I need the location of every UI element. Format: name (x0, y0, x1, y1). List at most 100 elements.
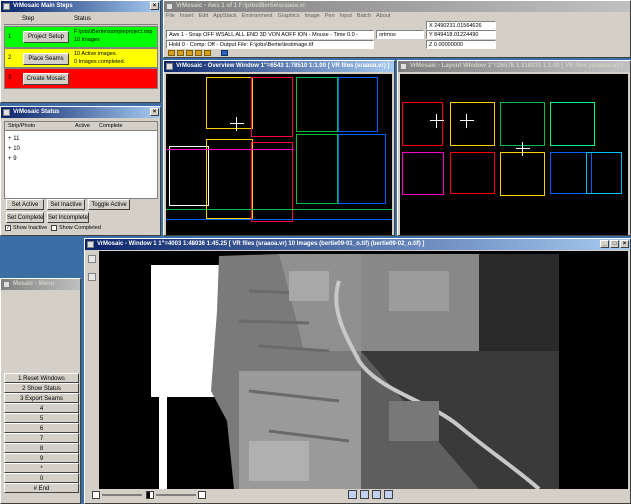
z-coordinate: Z 0.00000000 (426, 40, 496, 49)
minimize-icon[interactable]: _ (600, 240, 609, 248)
image-footprint[interactable] (251, 77, 293, 137)
image-footprint[interactable] (338, 134, 386, 204)
expand-icon[interactable]: + (8, 156, 12, 162)
menu-key-5[interactable]: 5 (4, 413, 79, 423)
aws-menubar: File Insert Edit AppStack Environment Gr… (164, 12, 630, 21)
image-icon[interactable] (221, 50, 228, 56)
image-footprint[interactable] (586, 152, 622, 194)
expand-icon[interactable]: + (8, 136, 12, 142)
units-field[interactable]: ortmos (376, 30, 424, 39)
step-status-line: 10 Active images. (74, 51, 118, 57)
menu-key-9[interactable]: 9 (4, 453, 79, 463)
tree-item[interactable]: + 11 (8, 134, 20, 144)
fit-view-icon[interactable] (384, 490, 393, 499)
menu-input[interactable]: Input (340, 12, 352, 21)
close-icon[interactable]: × (150, 2, 159, 10)
create-mosaic-button[interactable]: Create Mosaic (23, 73, 69, 85)
image-footprint[interactable] (169, 146, 209, 206)
tree-item[interactable]: + 9 (8, 154, 20, 164)
aws-titlebar[interactable]: VrMosaic - Aws 1 of 1 F:\jobs\Bertie\sra… (164, 1, 630, 12)
show-completed-checkbox[interactable]: Show Completed (51, 225, 101, 231)
menu-key-0[interactable]: 0 (4, 473, 79, 483)
set-incomplete-button[interactable]: Set Incomplete (47, 212, 89, 223)
set-complete-button[interactable]: Set Complete (6, 212, 44, 223)
tree-header: Strip/Photo Active Complete (5, 122, 157, 131)
mosaic-canvas[interactable] (99, 251, 628, 491)
image-footprint[interactable] (296, 77, 338, 132)
show-status-button[interactable]: 2 Show Status (4, 383, 79, 393)
folder-icon[interactable] (204, 50, 211, 56)
brightness-slider[interactable] (102, 494, 142, 496)
aws-title: VrMosaic - Aws 1 of 1 F:\jobs\Bertie\sra… (176, 3, 306, 9)
maximize-icon[interactable]: □ (610, 240, 619, 248)
menu-image[interactable]: Image (305, 12, 320, 21)
close-icon[interactable]: × (620, 240, 629, 248)
menu-key-7[interactable]: 7 (4, 433, 79, 443)
menu-key-star[interactable]: * (4, 463, 79, 473)
toggle-active-button[interactable]: Toggle Active (88, 199, 130, 210)
main-steps-titlebar[interactable]: VrMosaic Main Steps × (1, 1, 160, 12)
status-titlebar[interactable]: VrMosaic Status × (1, 107, 160, 118)
pan-icon[interactable] (372, 490, 381, 499)
menu-file[interactable]: File (166, 12, 175, 21)
tree-item[interactable]: + 10 (8, 144, 20, 154)
pen-icon[interactable] (88, 255, 96, 263)
menu-titlebar[interactable]: Mosaic - Menu (1, 279, 80, 290)
window1-titlebar[interactable]: VrMosaic - Window 1 1"=4003 1:48036 1:45… (85, 239, 630, 250)
image-footprint[interactable] (450, 152, 495, 194)
menu-pen[interactable]: Pen (325, 12, 335, 21)
checkbox-unchecked-icon[interactable] (51, 225, 57, 231)
place-seams-button[interactable]: Place Seams (23, 53, 69, 65)
image-footprint[interactable] (550, 102, 595, 146)
menu-appstack[interactable]: AppStack (213, 12, 237, 21)
zoom-out-icon[interactable] (360, 490, 369, 499)
menu-environment[interactable]: Environment (242, 12, 273, 21)
checkbox-checked-icon[interactable]: ✓ (5, 225, 11, 231)
brightness-icon[interactable] (92, 491, 100, 499)
overview-titlebar[interactable]: VrMosaic - Overview Window 1"=6543 1:785… (164, 61, 394, 72)
step-number: 1 (8, 34, 12, 40)
reset-windows-button[interactable]: 1 Reset Windows (4, 373, 79, 383)
steps-header: Step Status (4, 15, 158, 25)
seam-line (166, 209, 392, 212)
image-footprint[interactable] (402, 152, 444, 195)
expand-icon[interactable]: + (8, 146, 12, 152)
strip-tree[interactable]: Strip/Photo Active Complete + 11 + 10 + … (4, 121, 158, 199)
x-coordinate: X 2490231.01564626 (426, 21, 496, 30)
app-icon (3, 109, 10, 116)
image-footprint[interactable] (500, 152, 545, 196)
menu-graphics[interactable]: Graphics (278, 12, 300, 21)
menu-key-6[interactable]: 6 (4, 423, 79, 433)
set-active-button[interactable]: Set Active (6, 199, 44, 210)
contrast-slider[interactable] (156, 494, 196, 496)
project-setup-button[interactable]: Project Setup (23, 31, 69, 43)
end-button[interactable]: # End (4, 483, 79, 493)
image-footprint[interactable] (338, 77, 378, 132)
contrast-icon[interactable] (146, 491, 154, 499)
app-icon (166, 63, 173, 70)
menu-insert[interactable]: Insert (180, 12, 194, 21)
overview-canvas[interactable] (166, 74, 392, 235)
image-footprint[interactable] (296, 134, 338, 204)
header-strip-photo: Strip/Photo (8, 123, 36, 129)
menu-batch[interactable]: Batch (357, 12, 371, 21)
image-footprint[interactable] (500, 102, 545, 146)
pencil-icon[interactable] (88, 273, 96, 281)
export-seams-button[interactable]: 3 Export Seams (4, 393, 79, 403)
menu-edit[interactable]: Edit (199, 12, 208, 21)
main-steps-window: VrMosaic Main Steps × Step Status 1 Proj… (0, 0, 161, 103)
set-inactive-button[interactable]: Set Inactive (47, 199, 85, 210)
menu-about[interactable]: About (376, 12, 390, 21)
open-folder-icon[interactable] (168, 50, 175, 56)
zoom-in-icon[interactable] (348, 490, 357, 499)
menu-key-4[interactable]: 4 (4, 403, 79, 413)
close-icon[interactable]: × (150, 108, 159, 116)
menu-key-8[interactable]: 8 (4, 443, 79, 453)
reset-image-icon[interactable] (198, 491, 206, 499)
layout-titlebar[interactable]: VrMosaic - Layout Window 1"=26578 1:3189… (398, 61, 630, 72)
folder-icon[interactable] (195, 50, 202, 56)
layout-canvas[interactable] (400, 74, 628, 235)
folder-icon[interactable] (177, 50, 184, 56)
show-inactive-checkbox[interactable]: ✓ Show Inactive (5, 225, 47, 231)
folder-icon[interactable] (186, 50, 193, 56)
